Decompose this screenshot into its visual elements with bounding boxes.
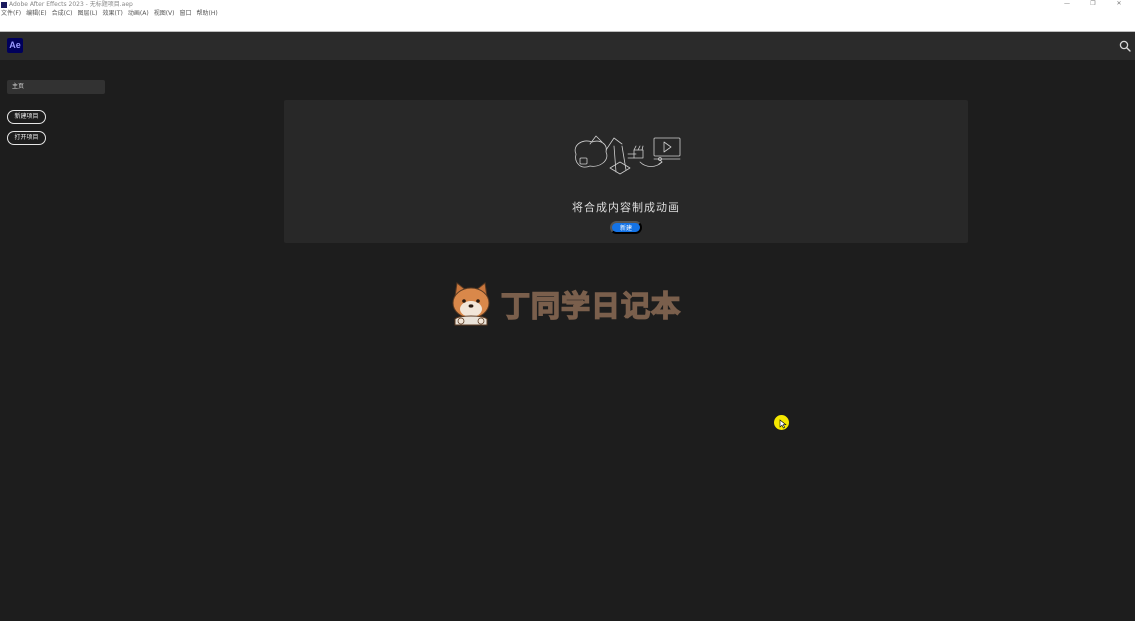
menu-layer[interactable]: 图层(L): [78, 9, 98, 18]
watermark: 丁同学日记本: [449, 280, 681, 328]
welcome-card: 将合成内容制成动画 新建: [284, 100, 968, 243]
menu-help[interactable]: 帮助(H): [197, 9, 218, 18]
hero-new-button[interactable]: 新建: [610, 221, 642, 234]
menu-view[interactable]: 视图(V): [154, 9, 175, 18]
window-title-bar: Adobe After Effects 2023 - 无标题项目.aep — ❐…: [0, 0, 1135, 9]
menu-composition[interactable]: 合成(C): [52, 9, 73, 18]
menu-file[interactable]: 文件(F): [1, 9, 21, 18]
window-controls: — ❐ ✕: [1061, 0, 1125, 8]
toolbar-area: [0, 18, 1135, 32]
mouse-cursor-icon: [779, 419, 787, 429]
ae-logo: Ae: [7, 38, 23, 53]
maximize-button[interactable]: ❐: [1087, 0, 1099, 8]
sidebar-item-home[interactable]: 主页: [7, 80, 105, 94]
shiba-dog-icon: [452, 282, 490, 326]
menu-edit[interactable]: 编辑(E): [26, 9, 46, 18]
watermark-text: 丁同学日记本: [500, 288, 682, 324]
menu-bar: 文件(F) 编辑(E) 合成(C) 图层(L) 效果(T) 动画(A) 视图(V…: [0, 9, 1135, 18]
open-project-button[interactable]: 打开项目: [7, 131, 46, 145]
search-icon[interactable]: [1119, 40, 1131, 52]
animation-illustration-icon: [574, 135, 681, 175]
menu-window[interactable]: 窗口: [179, 9, 191, 18]
close-button[interactable]: ✕: [1113, 0, 1125, 8]
hero-message: 将合成内容制成动画: [572, 201, 680, 214]
menu-animation[interactable]: 动画(A): [128, 9, 149, 18]
menu-effect[interactable]: 效果(T): [103, 9, 123, 18]
window-title: Adobe After Effects 2023 - 无标题项目.aep: [9, 1, 133, 8]
minimize-button[interactable]: —: [1061, 0, 1073, 8]
app-header: Ae: [0, 32, 1135, 60]
app-window-icon: [1, 1, 7, 8]
new-project-button[interactable]: 新建项目: [7, 110, 46, 124]
